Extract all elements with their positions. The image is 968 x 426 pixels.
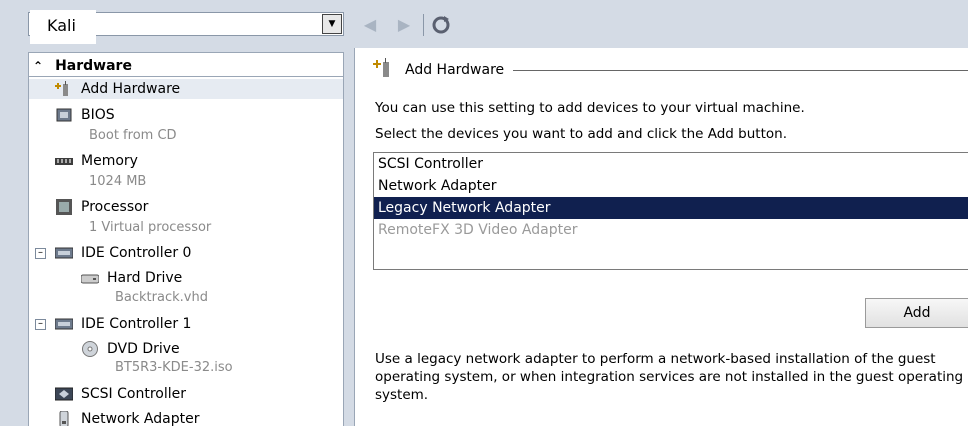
section-title: Hardware bbox=[55, 58, 132, 74]
hardware-tree: ⌃ Hardware Add Hardware BIOS Boot from C… bbox=[28, 52, 344, 426]
tree-item-label: IDE Controller 1 bbox=[81, 316, 192, 332]
toolbar-divider bbox=[423, 14, 424, 36]
ide-controller-icon bbox=[54, 316, 74, 332]
scsi-controller-icon bbox=[54, 386, 74, 402]
tree-item-label: BIOS bbox=[81, 107, 115, 123]
description-line-2: Select the devices you want to add and c… bbox=[375, 126, 787, 142]
back-arrow-icon[interactable]: ◀ bbox=[362, 15, 378, 35]
group-divider bbox=[513, 70, 968, 71]
processor-icon bbox=[55, 199, 73, 215]
tree-item-dvd-drive[interactable]: DVD Drive bbox=[29, 339, 180, 359]
tree-item-sub: Boot from CD bbox=[89, 128, 177, 143]
device-option-scsi-controller[interactable]: SCSI Controller bbox=[374, 153, 968, 175]
device-option-remotefx-3d-video-adapter: RemoteFX 3D Video Adapter bbox=[378, 222, 578, 238]
tree-item-sub: 1 Virtual processor bbox=[89, 220, 212, 235]
description-line-1: You can use this setting to add devices … bbox=[375, 100, 805, 116]
tree-item-label: Add Hardware bbox=[81, 81, 181, 97]
toolbar: ▼ Kali ◀ ▶ bbox=[0, 0, 968, 48]
tree-item-hard-drive[interactable]: Hard Drive bbox=[29, 268, 182, 288]
tree-item-label: SCSI Controller bbox=[81, 386, 186, 402]
chevron-down-icon[interactable]: ▼ bbox=[322, 14, 342, 34]
add-button[interactable]: Add bbox=[865, 298, 968, 328]
help-text: Use a legacy network adapter to perform … bbox=[375, 351, 964, 403]
tree-item-bios[interactable]: BIOS bbox=[29, 105, 115, 125]
network-adapter-icon bbox=[55, 410, 73, 426]
tree-item-processor[interactable]: Processor bbox=[29, 197, 148, 217]
details-pane: Add Hardware You can use this setting to… bbox=[354, 48, 968, 426]
tree-item-label: DVD Drive bbox=[107, 341, 180, 357]
dvd-disc-icon bbox=[81, 341, 99, 357]
ide-controller-icon bbox=[54, 245, 74, 261]
hardware-section-header[interactable]: ⌃ Hardware bbox=[29, 53, 343, 77]
tree-item-ide-controller-1[interactable]: IDE Controller 1 bbox=[29, 314, 191, 334]
memory-icon bbox=[55, 153, 73, 169]
tree-item-add-hardware[interactable]: Add Hardware bbox=[29, 79, 343, 99]
device-option-network-adapter[interactable]: Network Adapter bbox=[374, 175, 968, 197]
bios-chip-icon bbox=[55, 107, 73, 123]
tree-item-label: IDE Controller 0 bbox=[81, 245, 192, 261]
collapse-chevron-icon[interactable]: ⌃ bbox=[33, 59, 43, 73]
device-listbox[interactable]: SCSI Controller Network Adapter Legacy N… bbox=[373, 152, 968, 270]
tree-item-network-adapter[interactable]: Network Adapter bbox=[29, 409, 199, 426]
group-title: Add Hardware bbox=[405, 62, 505, 78]
tree-item-ide-controller-0[interactable]: IDE Controller 0 bbox=[29, 243, 191, 263]
tree-item-label: Memory bbox=[81, 153, 138, 169]
hard-drive-icon bbox=[80, 270, 100, 286]
add-hardware-icon bbox=[373, 58, 395, 82]
tree-item-label: Processor bbox=[81, 199, 149, 215]
tree-item-sub: BT5R3-KDE-32.iso bbox=[115, 360, 233, 375]
tree-item-label: Hard Drive bbox=[107, 270, 183, 286]
tree-item-sub: 1024 MB bbox=[89, 174, 147, 189]
add-hardware-icon bbox=[55, 81, 73, 97]
tree-item-scsi-controller[interactable]: SCSI Controller bbox=[29, 384, 186, 404]
refresh-icon[interactable] bbox=[430, 14, 452, 36]
tree-item-label: Network Adapter bbox=[81, 411, 200, 426]
device-option-legacy-network-adapter[interactable]: Legacy Network Adapter bbox=[374, 197, 968, 219]
tree-item-sub: Backtrack.vhd bbox=[115, 290, 208, 305]
forward-arrow-icon[interactable]: ▶ bbox=[396, 15, 412, 35]
group-header: Add Hardware bbox=[373, 58, 504, 82]
vm-name: Kali bbox=[30, 10, 96, 44]
tree-item-memory[interactable]: Memory bbox=[29, 151, 138, 171]
